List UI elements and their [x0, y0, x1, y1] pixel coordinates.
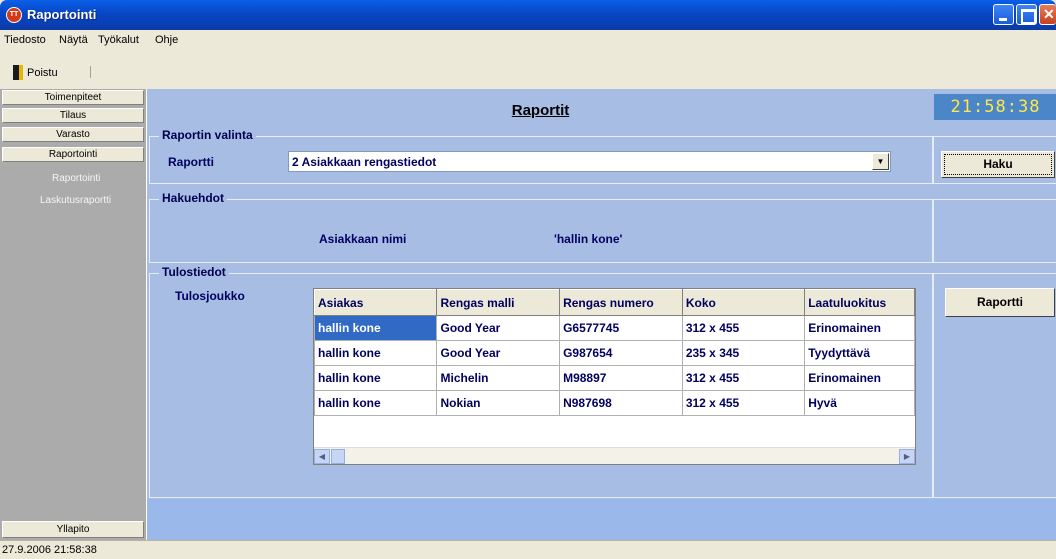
- column-header-asiakas[interactable]: Asiakas: [314, 289, 438, 316]
- page-header: Raportit: [147, 89, 934, 127]
- report-button[interactable]: Raportti: [945, 288, 1055, 317]
- results-table: Asiakas Rengas malli Rengas numero Koko …: [314, 289, 915, 416]
- sidebar-link-laskutusraportti[interactable]: Laskutusraportti: [40, 195, 111, 206]
- column-header-rengas-malli[interactable]: Rengas malli: [436, 289, 561, 316]
- report-label: Raportti: [168, 155, 214, 169]
- toolbar: Poistu: [0, 55, 1056, 84]
- table-cell[interactable]: 312 x 455: [681, 315, 806, 341]
- table-row[interactable]: hallin kone Nokian N987698 312 x 455 Hyv…: [314, 390, 915, 416]
- sidebar-item-raportointi[interactable]: Raportointi: [2, 147, 144, 162]
- customer-name-value: 'hallin kone': [554, 232, 623, 246]
- results-legend: Tulostiedot: [159, 265, 229, 279]
- criteria-group: Hakuehdot: [149, 191, 933, 263]
- page-title: Raportit: [511, 102, 570, 119]
- table-cell[interactable]: G6577745: [559, 315, 683, 341]
- table-cell[interactable]: Erinomainen: [804, 365, 915, 391]
- scroll-thumb[interactable]: [331, 449, 345, 464]
- column-header-koko[interactable]: Koko: [681, 289, 806, 316]
- menu-bar: Tiedosto Näytä Työkalut Ohje: [0, 30, 1056, 50]
- exit-button-label: Poistu: [27, 67, 58, 79]
- table-cell[interactable]: 312 x 455: [681, 365, 806, 391]
- sidebar-item-yllapito[interactable]: Yllapito: [2, 521, 144, 538]
- main-panel: Raportit 21:58:38 Raportin valinta Rapor…: [146, 89, 1056, 540]
- table-cell[interactable]: hallin kone: [314, 390, 438, 416]
- menu-ohje[interactable]: Ohje: [155, 34, 178, 46]
- table-cell[interactable]: Tyydyttävä: [804, 340, 915, 366]
- scroll-right-icon[interactable]: ▶: [899, 449, 915, 464]
- sidebar-item-toimenpiteet[interactable]: Toimenpiteet: [2, 90, 144, 105]
- toolbar-separator: [90, 66, 91, 78]
- customer-name-label: Asiakkaan nimi: [319, 232, 407, 246]
- criteria-side-cell: [933, 199, 1056, 263]
- column-header-rengas-numero[interactable]: Rengas numero: [559, 289, 683, 316]
- sidebar-link-raportointi[interactable]: Raportointi: [52, 173, 100, 184]
- table-cell[interactable]: M98897: [559, 365, 683, 391]
- table-row[interactable]: hallin kone Good Year G6577745 312 x 455…: [314, 315, 915, 341]
- table-cell[interactable]: hallin kone: [314, 315, 438, 341]
- table-cell[interactable]: Michelin: [436, 365, 561, 391]
- table-header-row: Asiakas Rengas malli Rengas numero Koko …: [314, 289, 915, 316]
- report-selection-legend: Raportin valinta: [159, 128, 256, 142]
- maximize-button[interactable]: [1016, 4, 1037, 25]
- menu-tyokalut[interactable]: Työkalut: [98, 34, 139, 46]
- criteria-legend: Hakuehdot: [159, 191, 228, 205]
- sidebar-item-tilaus[interactable]: Tilaus: [2, 108, 144, 123]
- table-cell[interactable]: Good Year: [436, 340, 561, 366]
- table-cell[interactable]: Good Year: [436, 315, 561, 341]
- title-bar: TT Raportointi: [0, 0, 1056, 30]
- door-exit-icon: [13, 65, 23, 80]
- table-cell[interactable]: hallin kone: [314, 340, 438, 366]
- result-set-label: Tulosjoukko: [175, 289, 245, 303]
- chevron-down-icon[interactable]: ▼: [872, 153, 889, 170]
- column-header-laatuluokitus[interactable]: Laatuluokitus: [804, 289, 915, 316]
- status-datetime: 27.9.2006 21:58:38: [2, 544, 97, 556]
- report-select-value: 2 Asiakkaan rengastiedot: [292, 155, 437, 169]
- search-button[interactable]: Haku: [941, 151, 1055, 178]
- sidebar: Toimenpiteet Tilaus Varasto Raportointi …: [0, 89, 146, 540]
- table-cell[interactable]: G987654: [559, 340, 683, 366]
- menu-nayta[interactable]: Näytä: [59, 34, 88, 46]
- table-cell[interactable]: N987698: [559, 390, 683, 416]
- table-cell[interactable]: hallin kone: [314, 365, 438, 391]
- footer-strip: [147, 499, 1056, 540]
- menu-tiedosto[interactable]: Tiedosto: [4, 34, 46, 46]
- app-logo-icon: TT: [6, 7, 22, 23]
- close-button[interactable]: [1039, 4, 1056, 25]
- table-cell[interactable]: Nokian: [436, 390, 561, 416]
- table-row[interactable]: hallin kone Good Year G987654 235 x 345 …: [314, 340, 915, 366]
- clock-display: 21:58:38: [934, 94, 1056, 120]
- horizontal-scrollbar[interactable]: ◀ ▶: [314, 447, 915, 464]
- scroll-left-icon[interactable]: ◀: [314, 449, 330, 464]
- table-cell[interactable]: 312 x 455: [681, 390, 806, 416]
- results-grid[interactable]: Asiakas Rengas malli Rengas numero Koko …: [313, 288, 916, 465]
- table-cell[interactable]: Hyvä: [804, 390, 915, 416]
- sidebar-item-varasto[interactable]: Varasto: [2, 127, 144, 142]
- window-title: Raportointi: [27, 7, 97, 22]
- report-select[interactable]: 2 Asiakkaan rengastiedot ▼: [288, 151, 891, 172]
- table-cell[interactable]: Erinomainen: [804, 315, 915, 341]
- status-bar: 27.9.2006 21:58:38: [0, 540, 1056, 559]
- minimize-button[interactable]: [993, 4, 1014, 25]
- table-row[interactable]: hallin kone Michelin M98897 312 x 455 Er…: [314, 365, 915, 391]
- table-cell[interactable]: 235 x 345: [681, 340, 806, 366]
